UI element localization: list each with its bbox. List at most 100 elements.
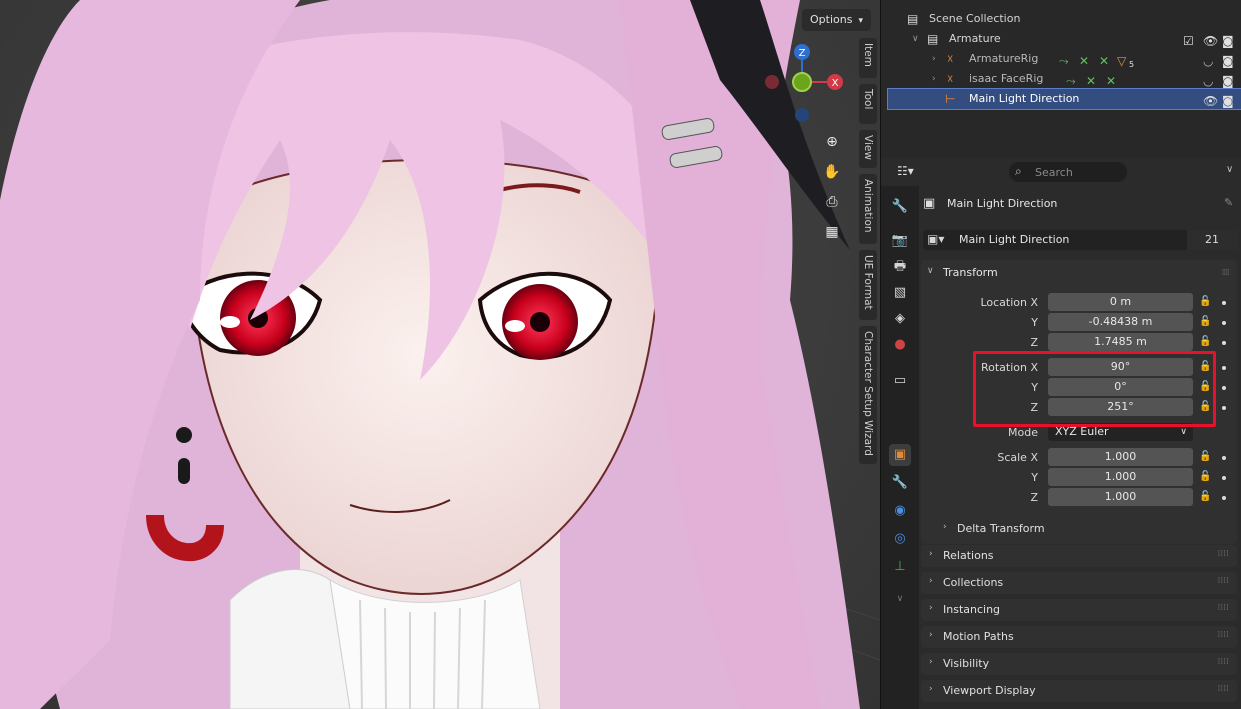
outliner-row-armaturerig[interactable]: › ☓ ArmatureRig ⤳ ✕ ✕ ▽ 5 ◡ ◙: [881, 49, 1241, 69]
camera-icon[interactable]: ⎙: [820, 190, 844, 214]
visibility-panel[interactable]: › Visibility ⁞⁞⁞⁞: [921, 653, 1237, 675]
gizmo-neg-x[interactable]: [765, 75, 779, 89]
chevron-down-icon[interactable]: ∨: [889, 588, 911, 610]
camera-render-icon[interactable]: ◙: [1222, 91, 1234, 111]
pin-icon[interactable]: ✎: [1224, 196, 1233, 209]
object-icon: ▣▾: [927, 232, 945, 246]
drag-grip-icon[interactable]: ⁞⁞⁞⁞: [1218, 657, 1229, 667]
scale-x-field[interactable]: 1.000: [1048, 448, 1193, 466]
keyframe-dot[interactable]: [1222, 476, 1226, 480]
output-icon[interactable]: 🖶: [889, 256, 911, 278]
armature-icon: ☓: [947, 72, 954, 86]
collection-icon[interactable]: ▭: [889, 370, 911, 392]
datablock-name[interactable]: Main Light Direction: [959, 233, 1069, 246]
chevron-down-icon[interactable]: ∨: [1226, 164, 1233, 175]
outliner-row-armature[interactable]: ∨ ▤ Armature ☑ 👁 ◙: [881, 29, 1241, 49]
tool-icon[interactable]: 🔧: [889, 196, 911, 218]
render-icon[interactable]: 📷: [889, 230, 911, 252]
properties-tabs: 🔧 📷 🖶 ▧ ◈ ● ▭ ▣ 🔧 ◉ ◎ ⊥ ∨: [881, 186, 919, 709]
chevron-down-icon[interactable]: ∨: [927, 266, 934, 276]
collections-panel[interactable]: › Collections ⁞⁞⁞⁞: [921, 572, 1237, 594]
tab-ue-format[interactable]: UE Format: [859, 250, 877, 320]
world-icon[interactable]: ●: [889, 334, 911, 356]
datablock-selector[interactable]: ▣▾ Main Light Direction 21: [923, 230, 1237, 250]
viewport-display-panel[interactable]: › Viewport Display ⁞⁞⁞⁞: [921, 680, 1237, 702]
relations-panel[interactable]: › Relations ⁞⁞⁞⁞: [921, 545, 1237, 567]
keyframe-dot[interactable]: [1222, 386, 1226, 390]
lock-icon[interactable]: 🔓: [1199, 336, 1211, 347]
location-z-field[interactable]: 1.7485 m: [1048, 333, 1193, 351]
chevron-right-icon: ›: [929, 603, 933, 613]
drag-grip-icon[interactable]: ⁞⁞⁞⁞: [1218, 630, 1229, 640]
keyframe-dot[interactable]: [1222, 301, 1226, 305]
delta-transform-header[interactable]: Delta Transform: [957, 522, 1045, 535]
grid-icon[interactable]: ▦: [820, 220, 844, 244]
keyframe-dot[interactable]: [1222, 366, 1226, 370]
transform-title[interactable]: Transform: [943, 266, 998, 279]
scene-icon[interactable]: ◈: [889, 308, 911, 330]
motion-paths-panel[interactable]: › Motion Paths ⁞⁞⁞⁞: [921, 626, 1237, 648]
lock-icon[interactable]: 🔓: [1199, 316, 1211, 327]
object-icon: ▣: [923, 196, 936, 211]
chevron-right-icon[interactable]: ›: [943, 522, 947, 532]
3d-viewport[interactable]: Options ▾ Z X ⊕ ✋ ⎙ ▦ Item Tool View Anim…: [0, 0, 880, 709]
keyframe-dot[interactable]: [1222, 341, 1226, 345]
users-count[interactable]: 21: [1187, 230, 1237, 250]
drag-grip-icon[interactable]: ⁞⁞⁞⁞: [1218, 603, 1229, 613]
mode-label: Mode: [1008, 426, 1038, 439]
keyframe-dot[interactable]: [1222, 406, 1226, 410]
lock-icon[interactable]: 🔓: [1199, 471, 1211, 482]
scale-x-label: Scale X: [997, 451, 1038, 464]
lock-icon[interactable]: 🔓: [1199, 296, 1211, 307]
eye-icon[interactable]: 👁: [1203, 91, 1218, 111]
scale-y-field[interactable]: 1.000: [1048, 468, 1193, 486]
chevron-down-icon[interactable]: ∨: [912, 29, 919, 49]
search-input[interactable]: ⌕ Search: [1009, 162, 1127, 182]
camera-render-icon[interactable]: ◙: [1222, 51, 1234, 71]
keyframe-dot[interactable]: [1222, 496, 1226, 500]
tab-view[interactable]: View: [859, 130, 877, 168]
location-y-field[interactable]: -0.48438 m: [1048, 313, 1193, 331]
section-title: Visibility: [943, 657, 990, 670]
outliner-row-isaac-facerig[interactable]: › ☓ isaac FaceRig ⤳ ✕ ✕ ◡ ◙: [881, 69, 1241, 89]
editor-type-icon[interactable]: ☷▾: [897, 164, 914, 178]
physics-icon[interactable]: ◎: [889, 528, 911, 550]
tab-tool[interactable]: Tool: [859, 84, 877, 124]
eye-closed-icon[interactable]: ◡: [1203, 51, 1213, 71]
navigation-gizmo[interactable]: Z X: [760, 40, 850, 130]
keyframe-dot[interactable]: [1222, 456, 1226, 460]
eye-closed-icon[interactable]: ◡: [1203, 71, 1213, 91]
location-x-field[interactable]: 0 m: [1048, 293, 1193, 311]
gizmo-neg-z[interactable]: [795, 108, 809, 122]
instancing-panel[interactable]: › Instancing ⁞⁞⁞⁞: [921, 599, 1237, 621]
drag-grip-icon[interactable]: ⁞⁞⁞⁞: [1222, 268, 1231, 278]
camera-render-icon[interactable]: ◙: [1222, 71, 1234, 91]
object-data-icon[interactable]: ⊥: [889, 556, 911, 578]
tab-item[interactable]: Item: [859, 38, 877, 78]
object-icon[interactable]: ▣: [889, 444, 911, 466]
chevron-right-icon[interactable]: ›: [932, 49, 936, 69]
lock-icon[interactable]: 🔓: [1199, 491, 1211, 502]
gizmo-y[interactable]: [792, 72, 812, 92]
drag-grip-icon[interactable]: ⁞⁞⁞⁞: [1218, 576, 1229, 586]
lock-icon[interactable]: 🔓: [1199, 451, 1211, 462]
outliner-row-main-light-direction[interactable]: ⊢ Main Light Direction 👁 ◙: [887, 88, 1241, 111]
modifier-wrench-icon[interactable]: 🔧: [889, 472, 911, 494]
outliner-row-scene-collection[interactable]: ▤ Scene Collection: [881, 9, 1241, 29]
drag-grip-icon[interactable]: ⁞⁞⁞⁞: [1218, 684, 1229, 694]
zoom-icon[interactable]: ⊕: [820, 130, 844, 154]
drag-grip-icon[interactable]: ⁞⁞⁞⁞: [1218, 549, 1229, 559]
scale-z-field[interactable]: 1.000: [1048, 488, 1193, 506]
particles-icon[interactable]: ◉: [889, 500, 911, 522]
camera-render-icon[interactable]: ◙: [1222, 31, 1234, 51]
bone-icon: ✕: [1099, 54, 1110, 68]
tab-animation[interactable]: Animation: [859, 174, 877, 244]
eye-icon[interactable]: 👁: [1203, 31, 1218, 51]
checkbox-icon[interactable]: ☑: [1183, 31, 1194, 51]
keyframe-dot[interactable]: [1222, 321, 1226, 325]
view-layer-icon[interactable]: ▧: [889, 282, 911, 304]
chevron-right-icon[interactable]: ›: [932, 69, 936, 89]
hand-pan-icon[interactable]: ✋: [820, 160, 844, 184]
tab-character-setup-wizard[interactable]: Character Setup Wizard: [859, 326, 877, 464]
options-dropdown[interactable]: Options ▾: [802, 9, 871, 31]
